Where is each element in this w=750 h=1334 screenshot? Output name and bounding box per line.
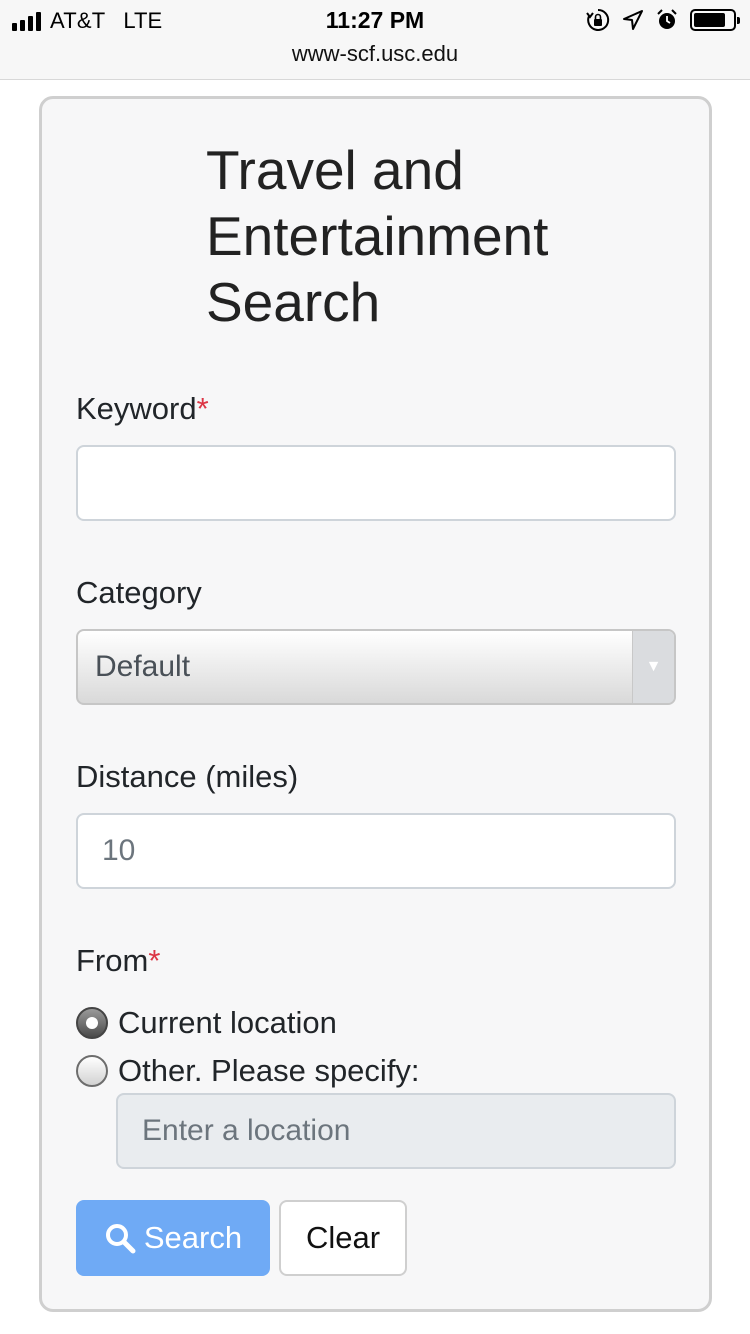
radio-other-location-row[interactable]: Other. Please specify:: [76, 1053, 420, 1089]
radio-current-location-row[interactable]: Current location: [76, 1005, 337, 1041]
search-icon: [105, 1224, 136, 1254]
keyword-input[interactable]: [76, 445, 676, 521]
chevron-down-icon: ▼: [632, 631, 674, 703]
required-asterisk: *: [148, 943, 161, 978]
rotation-lock-icon: [586, 8, 610, 31]
radio-current-location[interactable]: [76, 1007, 108, 1039]
alarm-icon: [657, 9, 677, 29]
page-title: Travel and Entertainment Search: [206, 139, 549, 333]
required-asterisk: *: [196, 391, 209, 426]
status-bar-right: [586, 8, 740, 32]
category-label: Category: [76, 575, 202, 610]
search-button[interactable]: Search: [76, 1200, 270, 1276]
clear-button[interactable]: Clear: [279, 1200, 407, 1276]
battery-level: [694, 13, 726, 27]
from-label-text: From: [76, 943, 149, 978]
keyword-label: Keyword*: [76, 391, 209, 427]
search-form-card: Travel and Entertainment Search Keyword*…: [39, 96, 712, 1312]
category-selected-value: Default: [95, 650, 191, 683]
battery-icon: [690, 9, 740, 31]
location-arrow-icon: [623, 10, 643, 30]
category-select[interactable]: Default ▼: [76, 629, 676, 705]
location-input[interactable]: [116, 1093, 676, 1169]
search-button-label: Search: [143, 1220, 243, 1255]
address-bar-url[interactable]: www-scf.usc.edu: [0, 41, 750, 67]
keyword-label-text: Keyword: [76, 391, 197, 426]
distance-label: Distance (miles): [76, 759, 299, 794]
radio-other-location[interactable]: [76, 1055, 108, 1087]
status-bar: AT&T LTE 11:27 PM www-scf.usc.edu: [0, 0, 750, 80]
radio-other-location-label[interactable]: Other. Please specify:: [118, 1053, 420, 1089]
from-label: From*: [76, 943, 160, 979]
distance-input[interactable]: [76, 813, 676, 889]
radio-current-location-label[interactable]: Current location: [118, 1005, 337, 1041]
